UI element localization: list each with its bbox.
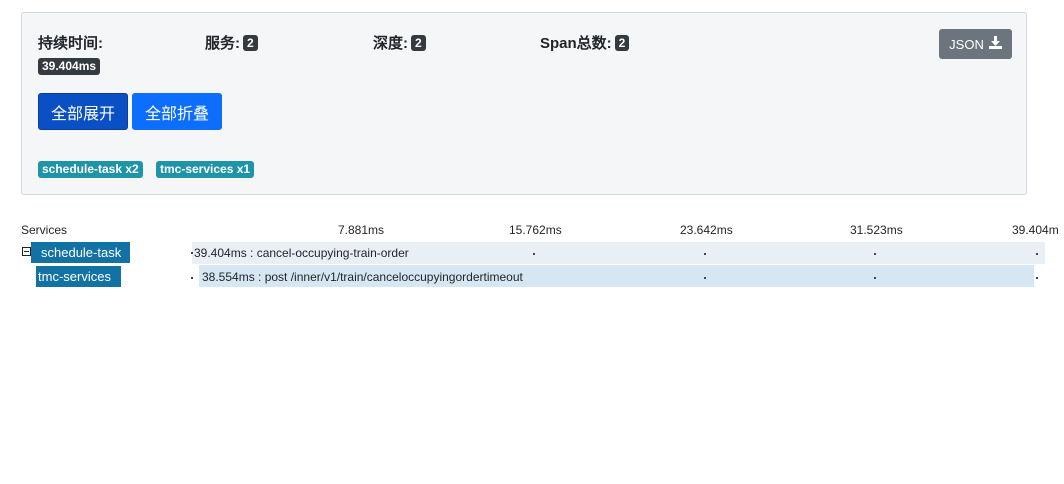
services-label: 服务: (205, 35, 240, 52)
timeline-tick: 23.642ms (680, 223, 733, 237)
span-count-badge: 2 (614, 34, 630, 51)
grid-dot (533, 253, 535, 255)
duration-label: 持续时间: (38, 35, 103, 52)
depth-label: 深度: (373, 35, 408, 52)
services-stat: 服务: 2 (205, 32, 258, 53)
timeline-tick: 7.881ms (338, 223, 385, 237)
depth-count-badge: 2 (411, 34, 426, 51)
grid-dot (191, 277, 193, 279)
timeline-tick: 31.523ms (850, 223, 903, 237)
timeline-tick: 39.404m (1012, 223, 1059, 237)
json-button-label: JSON (949, 36, 984, 52)
services-column-header: Services (21, 223, 68, 237)
service-tag-tmc-services[interactable]: tmc-services x1 (156, 161, 255, 178)
expand-all-button[interactable]: 全部展开 (38, 93, 128, 130)
timeline-tick: 15.762ms (509, 223, 562, 237)
grid-dot (191, 252, 193, 254)
trace-summary-panel: 持续时间: 39.404ms 服务: 2 深度: 2 Span总数: 2 JSO… (21, 12, 1027, 195)
grid-dot (704, 253, 706, 255)
span-label[interactable]: 38.554ms : post /inner/v1/train/canceloc… (202, 270, 523, 284)
services-count-badge: 2 (243, 34, 258, 51)
grid-dot (704, 277, 706, 279)
depth-stat: 深度: 2 (373, 32, 426, 53)
span-count-label: Span总数: (540, 35, 612, 52)
collapse-all-button[interactable]: 全部折叠 (132, 93, 222, 130)
collapse-toggle-icon[interactable] (22, 247, 31, 256)
json-download-button[interactable]: JSON (939, 29, 1012, 59)
service-tag-schedule-task[interactable]: schedule-task x2 (38, 161, 143, 178)
duration-badge: 39.404ms (38, 58, 101, 75)
grid-dot (1036, 253, 1038, 255)
span-count-stat: Span总数: 2 (540, 32, 630, 53)
span-label[interactable]: 39.404ms : cancel-occupying-train-order (194, 246, 409, 260)
download-icon (988, 36, 1002, 52)
grid-dot (874, 277, 876, 279)
service-label-schedule-task[interactable]: schedule-task (31, 242, 130, 263)
grid-dot (1036, 277, 1038, 279)
service-label-tmc-services[interactable]: tmc-services (36, 266, 121, 287)
grid-dot (874, 253, 876, 255)
duration-stat: 持续时间: (38, 32, 103, 53)
